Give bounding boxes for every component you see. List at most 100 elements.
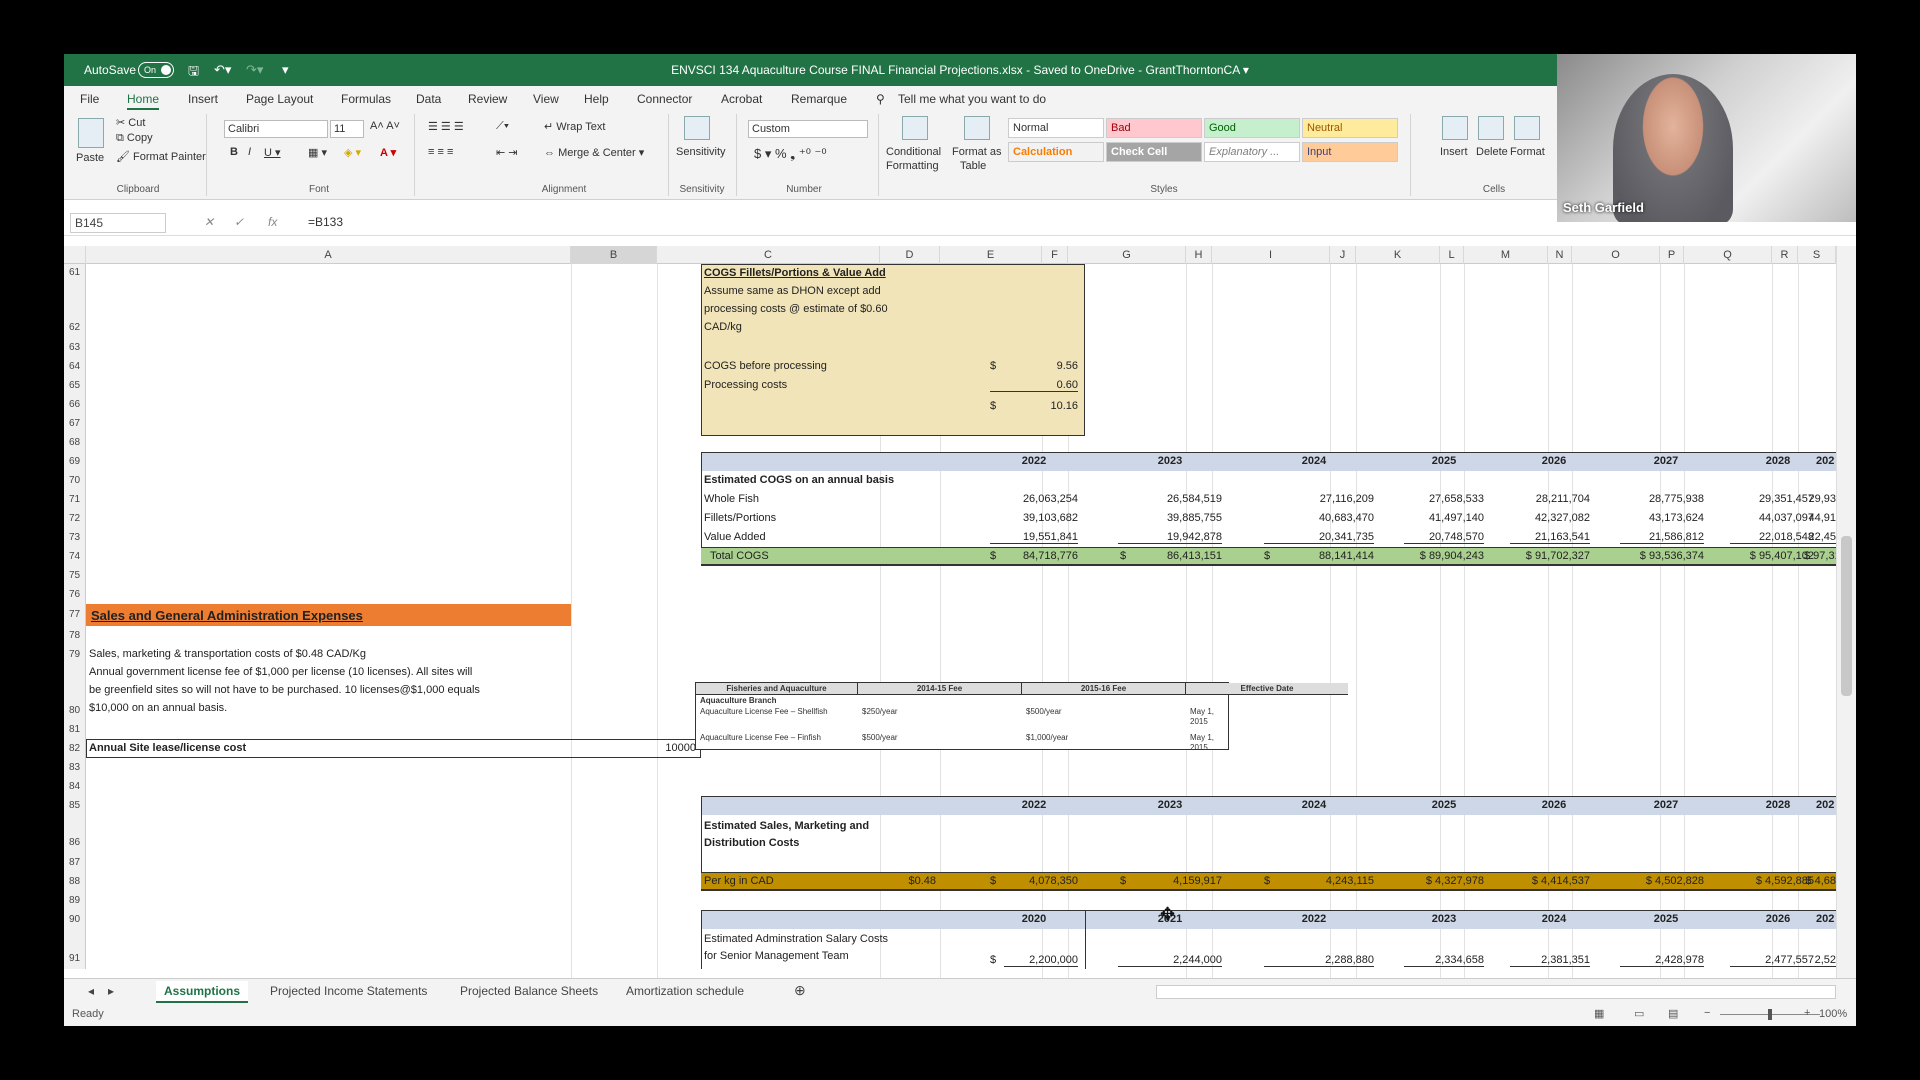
copy-button[interactable]: ⧉ Copy — [116, 132, 153, 145]
align-left-icon[interactable]: ≡ ≡ ≡ — [428, 146, 453, 158]
sheet-tab-assumptions[interactable]: Assumptions — [156, 981, 249, 1003]
increase-font-icon[interactable]: A˄ A˅ — [370, 120, 400, 132]
font-size-select[interactable]: 11 — [330, 120, 364, 138]
merge-center-button[interactable]: ⇔ Merge & Center ▾ — [544, 146, 644, 159]
admin-value[interactable]: 2,244,000 — [1118, 954, 1222, 967]
style-check-cell[interactable]: Check Cell — [1106, 142, 1202, 162]
row-header[interactable]: 83 — [64, 758, 86, 777]
name-box[interactable]: B145 — [70, 213, 166, 233]
tab-connector[interactable]: Connector — [637, 92, 692, 106]
sensitivity-button[interactable]: Sensitivity — [676, 146, 726, 158]
tab-remarque[interactable]: Remarque — [791, 92, 847, 106]
zoom-out-icon[interactable]: − — [1704, 1007, 1710, 1019]
row-header[interactable]: 86 — [64, 815, 86, 853]
tab-formulas[interactable]: Formulas — [341, 92, 391, 106]
row-header[interactable]: 80 — [64, 664, 86, 720]
row-header[interactable]: 71 — [64, 490, 86, 509]
font-name-select[interactable]: Calibri — [224, 120, 328, 138]
paste-icon[interactable] — [78, 118, 104, 148]
admin-value[interactable]: 2,200,000 — [1004, 954, 1078, 967]
sheet-tab-balance[interactable]: Projected Balance Sheets — [460, 984, 598, 998]
smd-value[interactable]: $ 4,592,885 — [1704, 875, 1814, 887]
cut-button[interactable]: ✂ Cut — [116, 116, 145, 129]
cogs-value[interactable]: 29,351,457 — [1704, 493, 1814, 505]
col-header-r[interactable]: R — [1772, 246, 1798, 264]
col-header-d[interactable]: D — [880, 246, 940, 264]
cogs-total-value[interactable]: 10.16 — [1004, 400, 1078, 412]
row-header[interactable]: 77 — [64, 604, 86, 626]
cogs-value[interactable]: 42,327,082 — [1484, 512, 1590, 524]
total-cogs-value[interactable]: 84,718,776 — [1004, 550, 1078, 562]
admin-value[interactable]: 2,334,658 — [1404, 954, 1484, 967]
format-painter-button[interactable]: 🖌 Format Painter — [116, 150, 206, 163]
cogs-value[interactable]: 28,775,938 — [1594, 493, 1704, 505]
col-header-e[interactable]: E — [940, 246, 1042, 264]
style-calculation[interactable]: Calculation — [1008, 142, 1104, 162]
tab-insert[interactable]: Insert — [188, 92, 218, 106]
col-header-m[interactable]: M — [1464, 246, 1548, 264]
zoom-slider-thumb[interactable] — [1768, 1009, 1772, 1020]
row-header[interactable]: 63 — [64, 338, 86, 357]
select-all[interactable] — [64, 246, 86, 264]
cogs-value[interactable]: 28,211,704 — [1484, 493, 1590, 505]
row-header[interactable]: 85 — [64, 796, 86, 815]
tab-scroll-right-icon[interactable]: ▸ — [108, 984, 114, 998]
row-header[interactable]: 89 — [64, 891, 86, 910]
cogs-value[interactable]: 43,173,624 — [1594, 512, 1704, 524]
total-cogs-value[interactable]: $ 91,702,327 — [1484, 550, 1590, 562]
add-sheet-icon[interactable]: ⊕ — [794, 982, 806, 999]
cogs-value[interactable]: 21,586,812 — [1620, 531, 1704, 544]
format-as-table-button[interactable]: Format as — [952, 146, 1002, 158]
tab-view[interactable]: View — [533, 92, 559, 106]
cogs-value[interactable]: 21,163,541 — [1510, 531, 1590, 544]
row-header[interactable]: 64 — [64, 357, 86, 376]
cogs-value[interactable]: 41,497,140 — [1384, 512, 1484, 524]
total-cogs-value[interactable]: $ 97,31 — [1804, 550, 1836, 562]
row-header[interactable]: 75 — [64, 566, 86, 585]
conditional-formatting-button[interactable]: Conditional — [886, 146, 941, 158]
total-cogs-value[interactable]: $ 95,407,102 — [1704, 550, 1814, 562]
col-header-s[interactable]: S — [1798, 246, 1836, 264]
row-header[interactable]: 70 — [64, 471, 86, 490]
delete-cells-icon[interactable] — [1478, 116, 1504, 140]
vertical-scrollbar[interactable] — [1836, 246, 1856, 988]
admin-value[interactable]: 2,52 — [1804, 954, 1836, 967]
row-header[interactable]: 76 — [64, 585, 86, 604]
col-header-h[interactable]: H — [1186, 246, 1212, 264]
format-cells-button[interactable]: Format — [1510, 146, 1545, 158]
style-normal[interactable]: Normal — [1008, 118, 1104, 138]
row-header[interactable]: 72 — [64, 509, 86, 528]
normal-view-icon[interactable]: ▦ — [1594, 1007, 1604, 1020]
cogs-value[interactable]: 22,45 — [1804, 531, 1836, 544]
style-bad[interactable]: Bad — [1106, 118, 1202, 138]
total-cogs-value[interactable]: $ 93,536,374 — [1594, 550, 1704, 562]
smd-value[interactable]: $ 4,414,537 — [1484, 875, 1590, 887]
currency-icon[interactable]: $ ▾ % ❟ ⁺⁰ ⁻⁰ — [754, 146, 827, 162]
cogs-before-value[interactable]: 9.56 — [1004, 360, 1078, 372]
cogs-value[interactable]: 19,551,841 — [990, 531, 1078, 544]
style-input[interactable]: Input — [1302, 142, 1398, 162]
horizontal-scrollbar[interactable] — [1156, 985, 1836, 999]
col-header-b[interactable]: B — [571, 246, 657, 264]
row-header[interactable]: 87 — [64, 853, 86, 872]
smd-value[interactable]: $ 4,68 — [1804, 875, 1836, 887]
cogs-value[interactable]: 27,116,209 — [1254, 493, 1374, 505]
row-header[interactable]: 91 — [64, 929, 86, 969]
admin-value[interactable]: 2,477,557 — [1730, 954, 1814, 967]
admin-value[interactable]: 2,381,351 — [1510, 954, 1590, 967]
cogs-value[interactable]: 22,018,548 — [1730, 531, 1814, 544]
col-header-f[interactable]: F — [1042, 246, 1068, 264]
row-header[interactable]: 78 — [64, 626, 86, 645]
col-header-q[interactable]: Q — [1684, 246, 1772, 264]
cogs-value[interactable]: 39,103,682 — [964, 512, 1078, 524]
format-as-table-icon[interactable] — [964, 116, 990, 140]
sheet-tab-amortization[interactable]: Amortization schedule — [626, 984, 744, 998]
tell-me-search[interactable]: Tell me what you want to do — [898, 92, 1046, 106]
row-header[interactable]: 69 — [64, 452, 86, 471]
enter-icon[interactable]: ✓ — [234, 215, 244, 229]
col-header-g[interactable]: G — [1068, 246, 1186, 264]
tab-help[interactable]: Help — [584, 92, 609, 106]
row-header[interactable]: 65 — [64, 376, 86, 395]
worksheet-grid[interactable]: A B C D E F G H I J K L M N O P Q R S 61… — [64, 246, 1836, 988]
cogs-value[interactable]: 19,942,878 — [1118, 531, 1222, 544]
